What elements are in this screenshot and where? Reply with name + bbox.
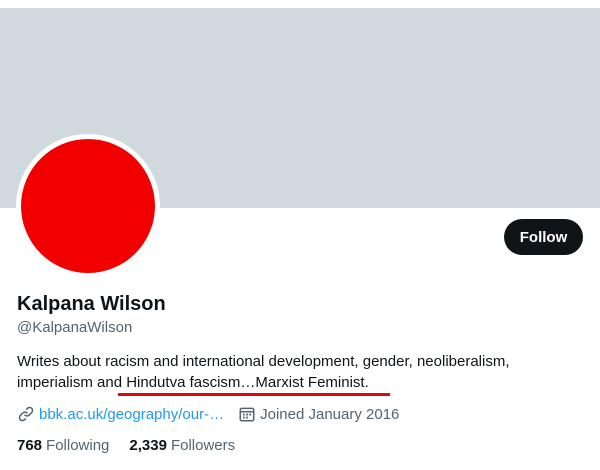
annotation-underline [118, 393, 390, 396]
profile-meta: bbk.ac.uk/geography/our-… Joined January… [17, 403, 399, 425]
following-link[interactable]: 768 Following [17, 437, 109, 454]
website-link[interactable]: bbk.ac.uk/geography/our-… [39, 406, 224, 423]
profile-handle: @KalpanaWilson [17, 319, 133, 336]
follow-button[interactable]: Follow [504, 219, 583, 255]
joined-date: Joined January 2016 [260, 405, 400, 423]
profile-bio: Writes about racism and international de… [17, 351, 587, 393]
avatar[interactable] [16, 134, 160, 278]
avatar-image [21, 139, 155, 273]
following-label: Following [46, 436, 110, 454]
calendar-icon [238, 405, 256, 423]
link-icon [17, 405, 35, 423]
top-strip-text: ··· ·· · [30, 0, 63, 6]
bio-line: imperialism and Hindutva fascism…Marxist… [17, 374, 369, 391]
following-count: 768 [17, 436, 43, 454]
followers-label: Followers [170, 436, 236, 454]
followers-count: 2,339 [129, 436, 167, 454]
profile-stats: 768 Following 2,339 Followers [17, 435, 255, 455]
profile-name: Kalpana Wilson [17, 293, 166, 315]
top-strip: ··· ·· · [0, 0, 600, 8]
followers-link[interactable]: 2,339 Followers [129, 437, 235, 454]
bio-line: Writes about racism and international de… [17, 353, 510, 370]
